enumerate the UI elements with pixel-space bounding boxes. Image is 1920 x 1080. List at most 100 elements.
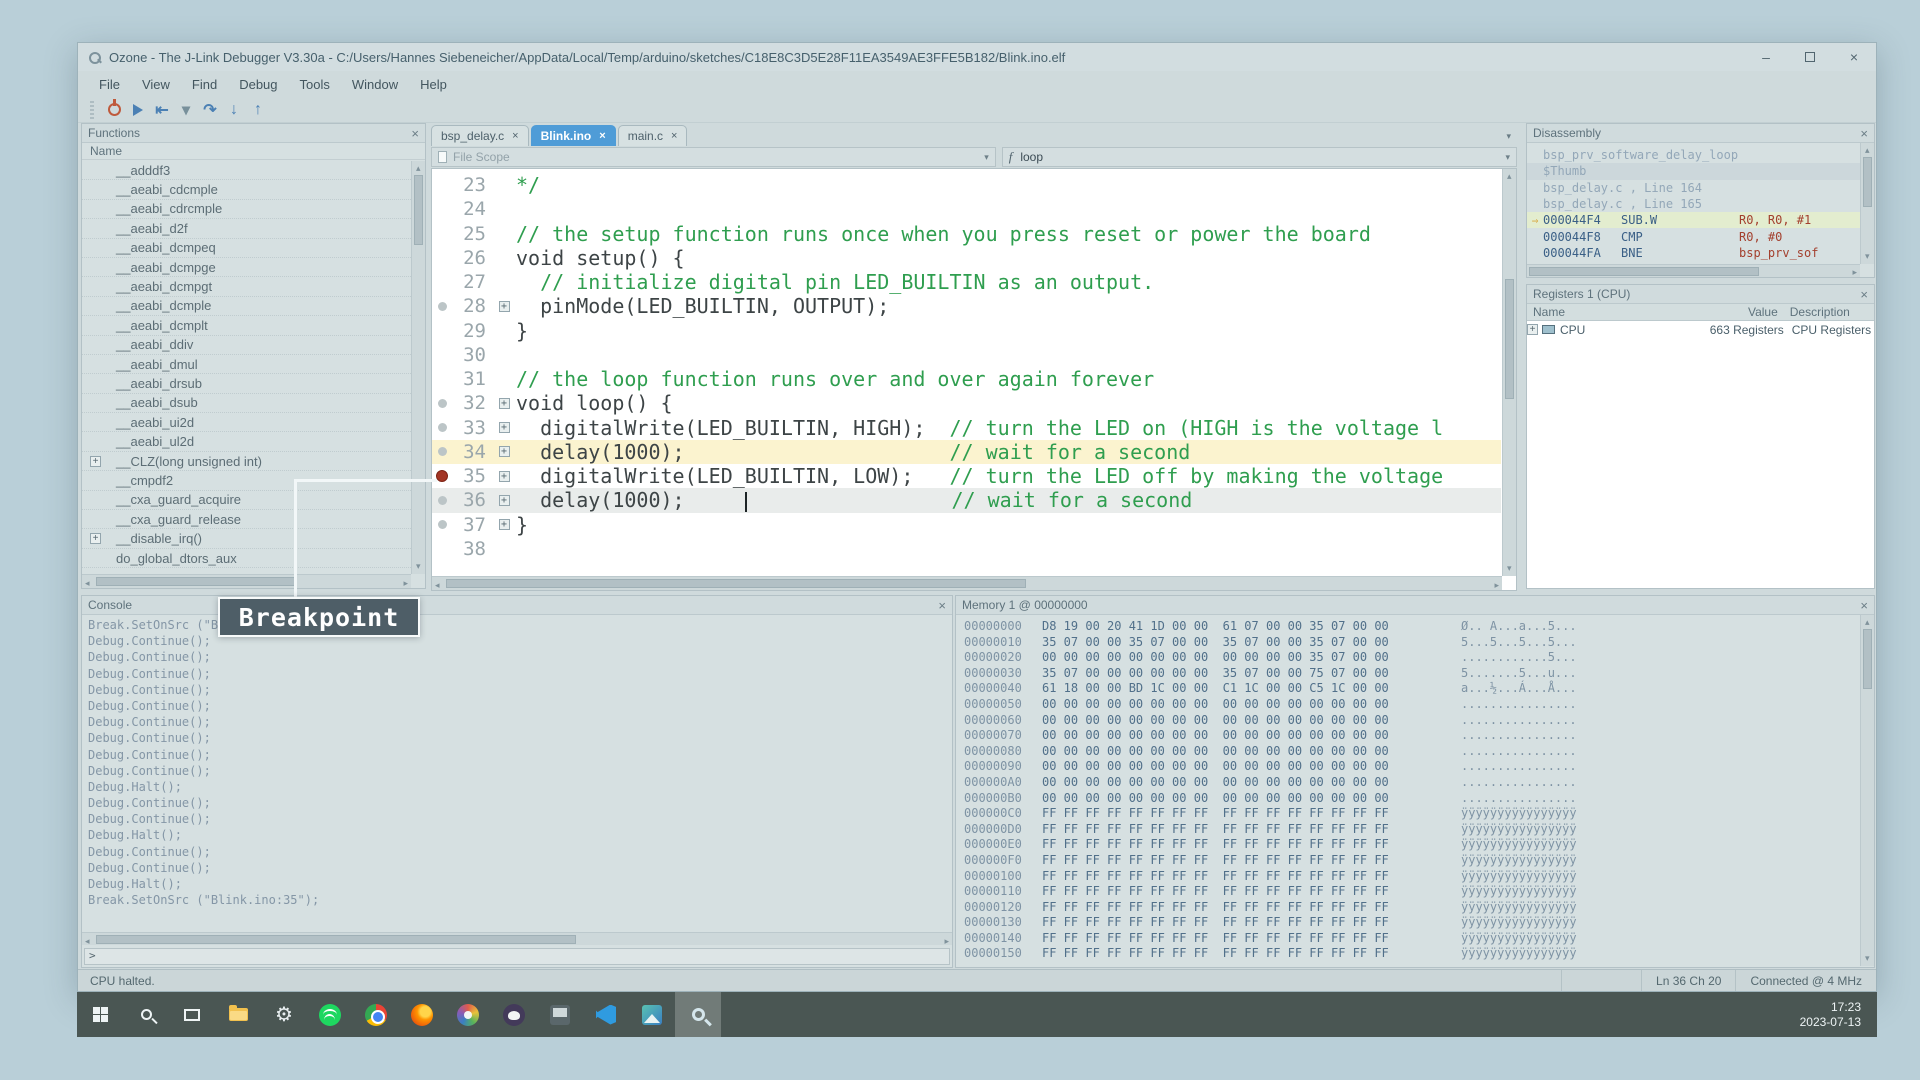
disassembly-label[interactable]: $Thumb	[1527, 163, 1860, 179]
breakpoint-gutter[interactable]	[432, 520, 452, 529]
scroll-left-icon[interactable]: ◂	[85, 578, 90, 589]
menu-item-window[interactable]: Window	[341, 73, 409, 96]
function-list-item[interactable]: __aeabi_cdcmple	[82, 180, 411, 199]
function-list-item[interactable]: __cxa_guard_release	[82, 510, 411, 529]
functions-close-icon[interactable]: ×	[411, 127, 419, 140]
function-list-item[interactable]: __aeabi_dcmpge	[82, 258, 411, 277]
function-list-item[interactable]: __aeabi_dcmplt	[82, 316, 411, 335]
tab-main-c[interactable]: main.c×	[618, 125, 688, 146]
function-list-item[interactable]: __aeabi_dcmpgt	[82, 277, 411, 296]
functions-horizontal-scrollbar[interactable]: ◂ ▸	[82, 574, 411, 588]
tab-bsp_delay-c[interactable]: bsp_delay.c×	[431, 125, 529, 146]
function-list-item[interactable]: __adddf3	[82, 161, 411, 180]
scrollbar-thumb[interactable]	[96, 935, 576, 944]
memory-row[interactable]: 0000004061 18 00 00 BD 1C 00 00 C1 1C 00…	[964, 681, 1858, 697]
tab-overflow-icon[interactable]: ▾	[1506, 131, 1517, 146]
memory-row[interactable]: 00000100FF FF FF FF FF FF FF FF FF FF FF…	[964, 869, 1858, 885]
disassembly-label[interactable]: bsp_delay.c , Line 165	[1527, 196, 1860, 212]
breakpoint-gutter[interactable]	[432, 399, 452, 408]
menu-item-view[interactable]: View	[131, 73, 181, 96]
minimize-button[interactable]: –	[1744, 43, 1788, 71]
memory-row[interactable]: 00000130FF FF FF FF FF FF FF FF FF FF FF…	[964, 915, 1858, 931]
expand-icon[interactable]: +	[499, 495, 510, 506]
maximize-button[interactable]	[1788, 43, 1832, 71]
memory-row[interactable]: 0000006000 00 00 00 00 00 00 00 00 00 00…	[964, 713, 1858, 729]
memory-row[interactable]: 00000000D8 19 00 20 41 1D 00 00 61 07 00…	[964, 619, 1858, 635]
tab-close-icon[interactable]: ×	[599, 130, 605, 142]
scroll-up-icon[interactable]: ▴	[1865, 145, 1870, 156]
code-line-30[interactable]: 30	[432, 343, 1501, 367]
function-list-item[interactable]: __aeabi_dcmpeq	[82, 239, 411, 258]
function-list-item[interactable]: +__CLZ(long unsigned int)	[82, 452, 411, 471]
memory-row[interactable]: 000000E0FF FF FF FF FF FF FF FF FF FF FF…	[964, 837, 1858, 853]
column-header-value[interactable]: Value	[1701, 304, 1784, 320]
run-button[interactable]	[126, 99, 150, 121]
scroll-right-icon[interactable]: ▸	[944, 936, 949, 947]
editor-vertical-scrollbar[interactable]: ▴ ▾	[1502, 169, 1516, 576]
code-line-25[interactable]: 25// the setup function runs once when y…	[432, 222, 1501, 246]
disassembly-instruction[interactable]: 000044F8CMPR0, #0	[1527, 228, 1860, 244]
scroll-up-icon[interactable]: ▴	[1865, 617, 1870, 628]
disassembly-close-icon[interactable]: ×	[1860, 127, 1868, 140]
memory-close-icon[interactable]: ×	[1860, 599, 1868, 612]
menu-item-help[interactable]: Help	[409, 73, 458, 96]
expand-icon[interactable]: +	[499, 446, 510, 457]
code-line-27[interactable]: 27 // initialize digital pin LED_BUILTIN…	[432, 270, 1501, 294]
scrollbar-thumb[interactable]	[96, 577, 296, 586]
code-line-23[interactable]: 23*/	[432, 173, 1501, 197]
firefox-icon[interactable]	[399, 992, 445, 1037]
code-line-36[interactable]: 36+ delay(1000); // wait for a second	[432, 488, 1501, 512]
breakpoint-gutter[interactable]	[432, 447, 452, 456]
memory-row[interactable]: 0000002000 00 00 00 00 00 00 00 00 00 00…	[964, 650, 1858, 666]
menu-item-tools[interactable]: Tools	[289, 73, 341, 96]
scroll-right-icon[interactable]: ▸	[1852, 267, 1857, 278]
memory-row[interactable]: 00000140FF FF FF FF FF FF FF FF FF FF FF…	[964, 931, 1858, 947]
statement-dot-icon[interactable]	[438, 423, 447, 432]
scroll-up-icon[interactable]: ▴	[1507, 171, 1512, 182]
functions-vertical-scrollbar[interactable]: ▴ ▾	[411, 161, 425, 574]
console-close-icon[interactable]: ×	[938, 599, 946, 612]
statement-dot-icon[interactable]	[438, 302, 447, 311]
code-line-26[interactable]: 26void setup() {	[432, 246, 1501, 270]
screenshot-tool-icon[interactable]	[537, 992, 583, 1037]
scroll-right-icon[interactable]: ▸	[403, 578, 408, 589]
code-line-32[interactable]: 32+void loop() {	[432, 391, 1501, 415]
title-bar[interactable]: Ozone - The J-Link Debugger V3.30a - C:/…	[78, 43, 1876, 71]
breakpoint-gutter[interactable]	[432, 496, 452, 505]
taskbar-clock[interactable]: 17:23 2023-07-13	[1800, 1000, 1877, 1030]
function-list-item[interactable]: __aeabi_dsub	[82, 394, 411, 413]
chrome-icon[interactable]	[353, 992, 399, 1037]
memory-row[interactable]: 0000008000 00 00 00 00 00 00 00 00 00 00…	[964, 744, 1858, 760]
tab-close-icon[interactable]: ×	[512, 130, 518, 142]
statement-dot-icon[interactable]	[438, 496, 447, 505]
code-line-29[interactable]: 29}	[432, 319, 1501, 343]
console-command-input[interactable]: >	[84, 948, 950, 965]
code-line-24[interactable]: 24	[432, 197, 1501, 221]
code-line-31[interactable]: 31// the loop function runs over and ove…	[432, 367, 1501, 391]
settings-icon[interactable]: ⚙	[261, 992, 307, 1037]
column-header-name[interactable]: Name	[1527, 304, 1701, 320]
spotify-icon[interactable]	[307, 992, 353, 1037]
search-button[interactable]	[123, 992, 169, 1037]
function-list-item[interactable]: __aeabi_ddiv	[82, 336, 411, 355]
code-line-34[interactable]: 34+ delay(1000); // wait for a second	[432, 440, 1501, 464]
menu-item-file[interactable]: File	[88, 73, 131, 96]
power-button[interactable]	[102, 99, 126, 121]
editor-horizontal-scrollbar[interactable]: ◂ ▸	[432, 576, 1502, 590]
disassembly-label[interactable]: bsp_delay.c , Line 164	[1527, 180, 1860, 196]
disassembly-label[interactable]: bsp_prv_software_delay_loop	[1527, 147, 1860, 163]
memory-row[interactable]: 00000120FF FF FF FF FF FF FF FF FF FF FF…	[964, 900, 1858, 916]
scroll-left-icon[interactable]: ◂	[435, 580, 440, 591]
function-dropdown[interactable]: f loop ▾	[1002, 147, 1517, 167]
disassembly-instruction[interactable]: 000044FABNEbsp_prv_sof	[1527, 245, 1860, 261]
memory-row[interactable]: 0000005000 00 00 00 00 00 00 00 00 00 00…	[964, 697, 1858, 713]
scrollbar-thumb[interactable]	[1863, 157, 1872, 207]
code-line-38[interactable]: 38	[432, 537, 1501, 561]
memory-row[interactable]: 000000B000 00 00 00 00 00 00 00 00 00 00…	[964, 791, 1858, 807]
memory-row[interactable]: 00000110FF FF FF FF FF FF FF FF FF FF FF…	[964, 884, 1858, 900]
expand-icon[interactable]: +	[499, 301, 510, 312]
statement-dot-icon[interactable]	[438, 399, 447, 408]
memory-vertical-scrollbar[interactable]: ▴ ▾	[1860, 615, 1874, 966]
reset-dropdown[interactable]: ▾	[174, 99, 198, 121]
memory-row[interactable]: 000000D0FF FF FF FF FF FF FF FF FF FF FF…	[964, 822, 1858, 838]
